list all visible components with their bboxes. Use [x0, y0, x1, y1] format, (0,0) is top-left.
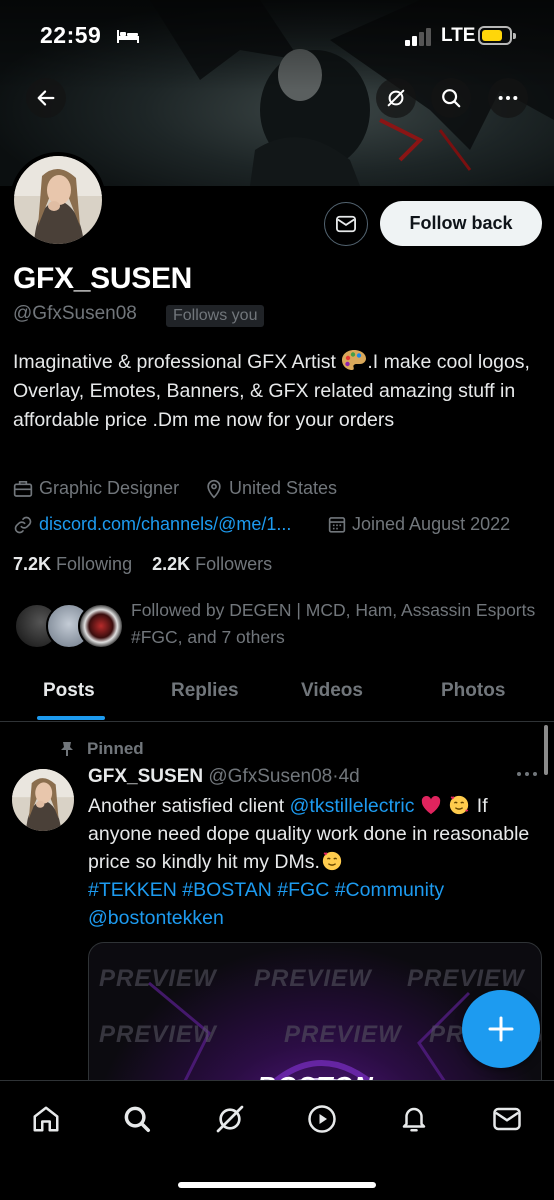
- profile-tabs: Posts Replies Videos Photos: [0, 668, 554, 722]
- grok-icon: [216, 1105, 244, 1133]
- followers-link[interactable]: 2.2K Followers: [152, 554, 272, 574]
- media-watermark: PREVIEW: [254, 965, 372, 992]
- followed-by-avatars[interactable]: [14, 603, 124, 649]
- scrollbar[interactable]: [544, 725, 548, 775]
- profile-avatar[interactable]: [10, 152, 106, 248]
- follow-counts: 7.2K Following 2.2K Followers: [13, 554, 272, 575]
- link-icon: [14, 516, 32, 533]
- location-pin-icon: [207, 479, 221, 499]
- media-watermark: PREVIEW: [99, 965, 217, 992]
- mail-icon: [336, 215, 356, 233]
- avatar-photo: [12, 769, 74, 831]
- more-button[interactable]: [488, 78, 528, 118]
- following-label: Following: [56, 554, 133, 574]
- post-mention[interactable]: @tkstillelectric: [290, 795, 415, 817]
- back-arrow-icon: [37, 90, 55, 106]
- smiling-face-hearts-icon: [322, 851, 342, 871]
- post-author-name[interactable]: GFX_SUSEN: [88, 766, 203, 787]
- tab-videos[interactable]: Videos: [301, 680, 363, 702]
- play-icon: [308, 1105, 336, 1133]
- plus-icon: [488, 1016, 514, 1042]
- post-more-icon[interactable]: [516, 770, 538, 778]
- post-mention-2[interactable]: @bostontekken: [88, 907, 224, 929]
- display-name: GFX_SUSEN: [13, 262, 193, 295]
- followers-label: Followers: [195, 554, 273, 574]
- nav-messages[interactable]: [489, 1101, 525, 1137]
- media-watermark: PREVIEW: [99, 1021, 217, 1048]
- nav-videos[interactable]: [304, 1101, 340, 1137]
- profile-category: Graphic Designer: [13, 478, 179, 499]
- briefcase-icon: [13, 481, 33, 497]
- following-link[interactable]: 7.2K Following: [13, 554, 132, 574]
- user-handle: @GfxSusen08: [13, 303, 137, 324]
- search-icon: [442, 89, 461, 108]
- follow-back-button[interactable]: Follow back: [380, 201, 542, 246]
- pinned-label: Pinned: [87, 739, 144, 758]
- status-time: 22:59: [40, 22, 102, 48]
- post-header: GFX_SUSEN @GfxSusen08·4d: [88, 766, 360, 788]
- network-label: LTE: [441, 25, 476, 46]
- category-label: Graphic Designer: [39, 478, 180, 498]
- tab-photos[interactable]: Photos: [441, 680, 505, 702]
- followers-count: 2.2K: [152, 554, 191, 574]
- nav-home[interactable]: [28, 1101, 64, 1137]
- avatar-photo: [14, 156, 102, 244]
- pinned-indicator: Pinned: [60, 739, 144, 759]
- post-author-avatar[interactable]: [12, 769, 74, 831]
- tab-posts[interactable]: Posts: [43, 680, 95, 702]
- tab-replies[interactable]: Replies: [171, 680, 239, 702]
- nav-notifications[interactable]: [396, 1101, 432, 1137]
- follower-avatar: [78, 603, 124, 649]
- pin-icon: [61, 742, 73, 756]
- following-count: 7.2K: [13, 554, 52, 574]
- post-text-1: Another satisfied client: [88, 795, 290, 817]
- message-button[interactable]: [324, 202, 368, 246]
- red-heart-icon: [421, 795, 441, 815]
- nav-search[interactable]: [119, 1101, 155, 1137]
- status-bar: 22:59 LTE: [0, 0, 554, 70]
- sleep-mode-icon: [117, 30, 139, 43]
- profile-joined: Joined August 2022: [328, 514, 510, 535]
- battery-icon: [478, 26, 516, 45]
- more-icon: [498, 95, 518, 101]
- calendar-icon: [328, 517, 346, 533]
- back-button[interactable]: [26, 78, 66, 118]
- post-text: Another satisfied client @tkstillelectri…: [88, 792, 546, 932]
- profile-website[interactable]: discord.com/channels/@me/1...: [13, 514, 291, 535]
- mail-icon: [493, 1107, 521, 1131]
- compose-post-button[interactable]: [462, 990, 540, 1068]
- home-indicator[interactable]: [178, 1182, 376, 1188]
- location-label: United States: [229, 478, 338, 498]
- post-hashtags[interactable]: #TEKKEN #BOSTAN #FGC #Community: [88, 879, 444, 901]
- search-icon: [124, 1106, 150, 1132]
- media-watermark: PREVIEW: [284, 1021, 402, 1048]
- artist-palette-icon: [342, 350, 367, 370]
- smiling-face-hearts-icon: [450, 795, 469, 815]
- website-link[interactable]: discord.com/channels/@me/1...: [39, 514, 291, 535]
- search-button[interactable]: [431, 78, 471, 118]
- profile-bio: Imaginative & professional GFX Artist .I…: [13, 348, 543, 435]
- grok-icon: [387, 89, 405, 107]
- nav-grok[interactable]: [212, 1101, 248, 1137]
- media-watermark: PREVIEW: [407, 965, 525, 992]
- followed-by-text[interactable]: Followed by DEGEN | MCD, Ham, Assassin E…: [131, 597, 541, 651]
- post-time[interactable]: 4d: [339, 766, 360, 787]
- post-author-handle[interactable]: @GfxSusen08: [208, 766, 332, 787]
- profile-location: United States: [205, 478, 337, 499]
- joined-label: Joined August 2022: [352, 514, 511, 534]
- active-tab-indicator: [37, 716, 105, 720]
- bio-text-start: Imaginative & professional GFX Artist: [13, 351, 342, 373]
- home-icon: [33, 1106, 59, 1132]
- grok-button[interactable]: [376, 78, 416, 118]
- follows-you-badge: Follows you: [166, 305, 265, 327]
- bell-icon: [402, 1107, 426, 1132]
- signal-icon: [405, 28, 431, 46]
